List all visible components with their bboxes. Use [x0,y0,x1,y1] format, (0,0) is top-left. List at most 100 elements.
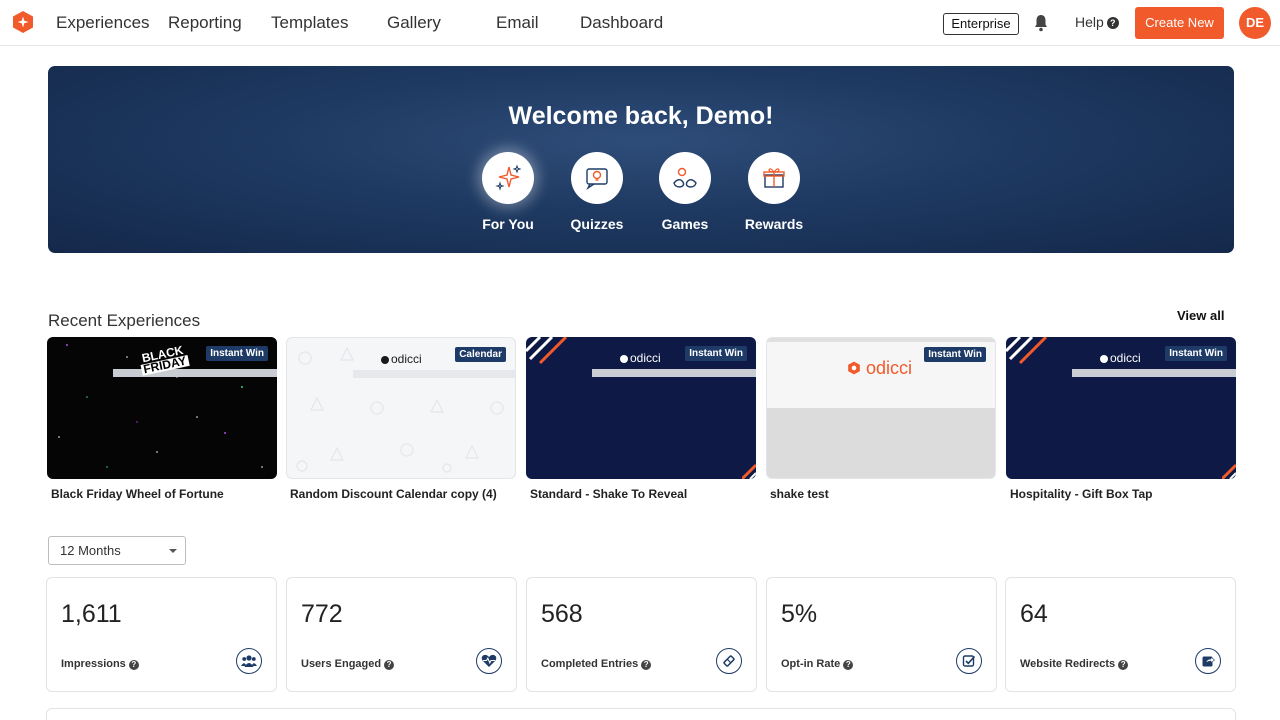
help-question-icon[interactable]: ? [641,660,652,670]
corner-decoration-icon [1222,463,1236,479]
thumbnail-bar [113,369,277,377]
view-all-link[interactable]: View all [1177,308,1224,323]
stat-label: Users Engaged? [301,658,395,670]
brand-dot-icon [1100,355,1108,363]
stat-card-impressions: 1,611 Impressions? [46,577,277,692]
nav-gallery[interactable]: Gallery [387,13,441,33]
experience-thumbnail[interactable]: odicci Instant Win [766,337,996,479]
brand-name: odicci [630,351,661,365]
ticket-icon [716,648,742,674]
brand-name: odicci [391,352,422,366]
stripe-decoration-icon [526,337,568,365]
experience-badge: Instant Win [206,346,268,361]
brand-logo: odicci [381,352,422,366]
brand-hexagon-icon [848,361,860,375]
experience-badge: Calendar [455,347,506,362]
experience-card[interactable]: odicci Instant Win Hospitality - Gift Bo… [1006,337,1236,501]
brand-name: odicci [1110,351,1141,365]
bell-icon[interactable] [1033,14,1049,32]
stat-value: 772 [301,600,343,628]
heart-pulse-icon [476,648,502,674]
time-range-value: 12 Months [60,543,121,558]
top-navigation: Experiences Reporting Templates Gallery … [0,0,1280,46]
stat-value: 5% [781,600,818,628]
experience-badge: Instant Win [1165,346,1227,361]
stat-label-text: Impressions [61,658,126,670]
help-link[interactable]: Help? [1075,14,1119,30]
category-label: Quizzes [570,216,624,232]
chevron-down-icon [169,549,177,553]
stat-card-opt-in-rate: 5% Opt-in Rate? [766,577,997,692]
experience-thumbnail[interactable]: BLACK FRIDAY Instant Win [47,337,277,479]
welcome-banner: Welcome back, Demo! For You Quizzes Game… [48,66,1234,253]
experience-title[interactable]: Random Discount Calendar copy (4) [286,487,516,501]
experience-title[interactable]: Black Friday Wheel of Fortune [47,487,277,501]
time-range-select[interactable]: 12 Months [48,536,186,565]
quiz-icon [571,152,623,204]
experience-card[interactable]: odicci Calendar Random Discount Calendar… [286,337,516,501]
stat-card-completed-entries: 568 Completed Entries? [526,577,757,692]
stat-label: Completed Entries? [541,658,652,670]
experience-card[interactable]: BLACK FRIDAY Instant Win Black Friday Wh… [47,337,277,501]
stat-label: Opt-in Rate? [781,658,854,670]
enterprise-plan-badge[interactable]: Enterprise [943,13,1019,35]
share-icon [1195,648,1221,674]
bottom-panel [46,708,1236,720]
brand-logo: odicci [1100,351,1141,365]
stat-card-website-redirects: 64 Website Redirects? [1005,577,1236,692]
category-label: Games [661,216,709,232]
stat-label: Website Redirects? [1020,658,1129,670]
stat-label-text: Opt-in Rate [781,658,841,670]
experience-badge: Instant Win [685,346,747,361]
brand-logo: odicci [620,351,661,365]
experience-card[interactable]: odicci Instant Win shake test [766,337,996,501]
checkbox-icon [956,648,982,674]
experience-title[interactable]: Standard - Shake To Reveal [526,487,756,501]
nav-templates[interactable]: Templates [271,13,348,33]
nav-dashboard[interactable]: Dashboard [580,13,663,33]
brand-logo: odicci [847,358,912,379]
help-question-icon[interactable]: ? [843,660,854,670]
thumbnail-bar [1072,369,1236,377]
category-quizzes[interactable]: Quizzes [557,152,637,232]
stat-value: 64 [1020,600,1048,628]
help-question-icon[interactable]: ? [128,660,139,670]
users-group-icon [236,648,262,674]
nav-experiences[interactable]: Experiences [56,13,150,33]
nav-reporting[interactable]: Reporting [168,13,242,33]
stat-value: 568 [541,600,583,628]
experience-title[interactable]: shake test [766,487,996,501]
help-question-icon: ? [1106,17,1119,29]
stat-label-text: Users Engaged [301,658,382,670]
category-rewards[interactable]: Rewards [734,152,814,232]
sparkle-icon [482,152,534,204]
stat-label: Impressions? [61,658,139,670]
experience-title[interactable]: Hospitality - Gift Box Tap [1006,487,1236,501]
experience-card[interactable]: odicci Instant Win Standard - Shake To R… [526,337,756,501]
user-avatar[interactable]: DE [1239,7,1271,39]
category-label: Rewards [744,216,804,232]
brand-dot-icon [381,356,389,364]
category-for-you[interactable]: For You [468,152,548,232]
create-new-button[interactable]: Create New [1135,7,1224,39]
experience-thumbnail[interactable]: odicci Calendar [286,337,516,479]
brand-dot-icon [620,355,628,363]
help-label: Help [1075,14,1104,30]
nav-email[interactable]: Email [496,13,539,33]
gift-icon [748,152,800,204]
games-icon [659,152,711,204]
help-question-icon[interactable]: ? [1118,660,1129,670]
stat-label-text: Website Redirects [1020,658,1116,670]
stat-card-users-engaged: 772 Users Engaged? [286,577,517,692]
help-question-icon[interactable]: ? [384,660,395,670]
stat-label-text: Completed Entries [541,658,639,670]
experience-thumbnail[interactable]: odicci Instant Win [526,337,756,479]
category-games[interactable]: Games [645,152,725,232]
brand-name: odicci [866,358,913,378]
thumbnail-bar [592,369,756,377]
experience-thumbnail[interactable]: odicci Instant Win [1006,337,1236,479]
thumbnail-bar [353,370,515,378]
welcome-title: Welcome back, Demo! [508,102,774,130]
odicci-logo-icon[interactable] [11,10,35,34]
category-label: For You [482,216,534,232]
